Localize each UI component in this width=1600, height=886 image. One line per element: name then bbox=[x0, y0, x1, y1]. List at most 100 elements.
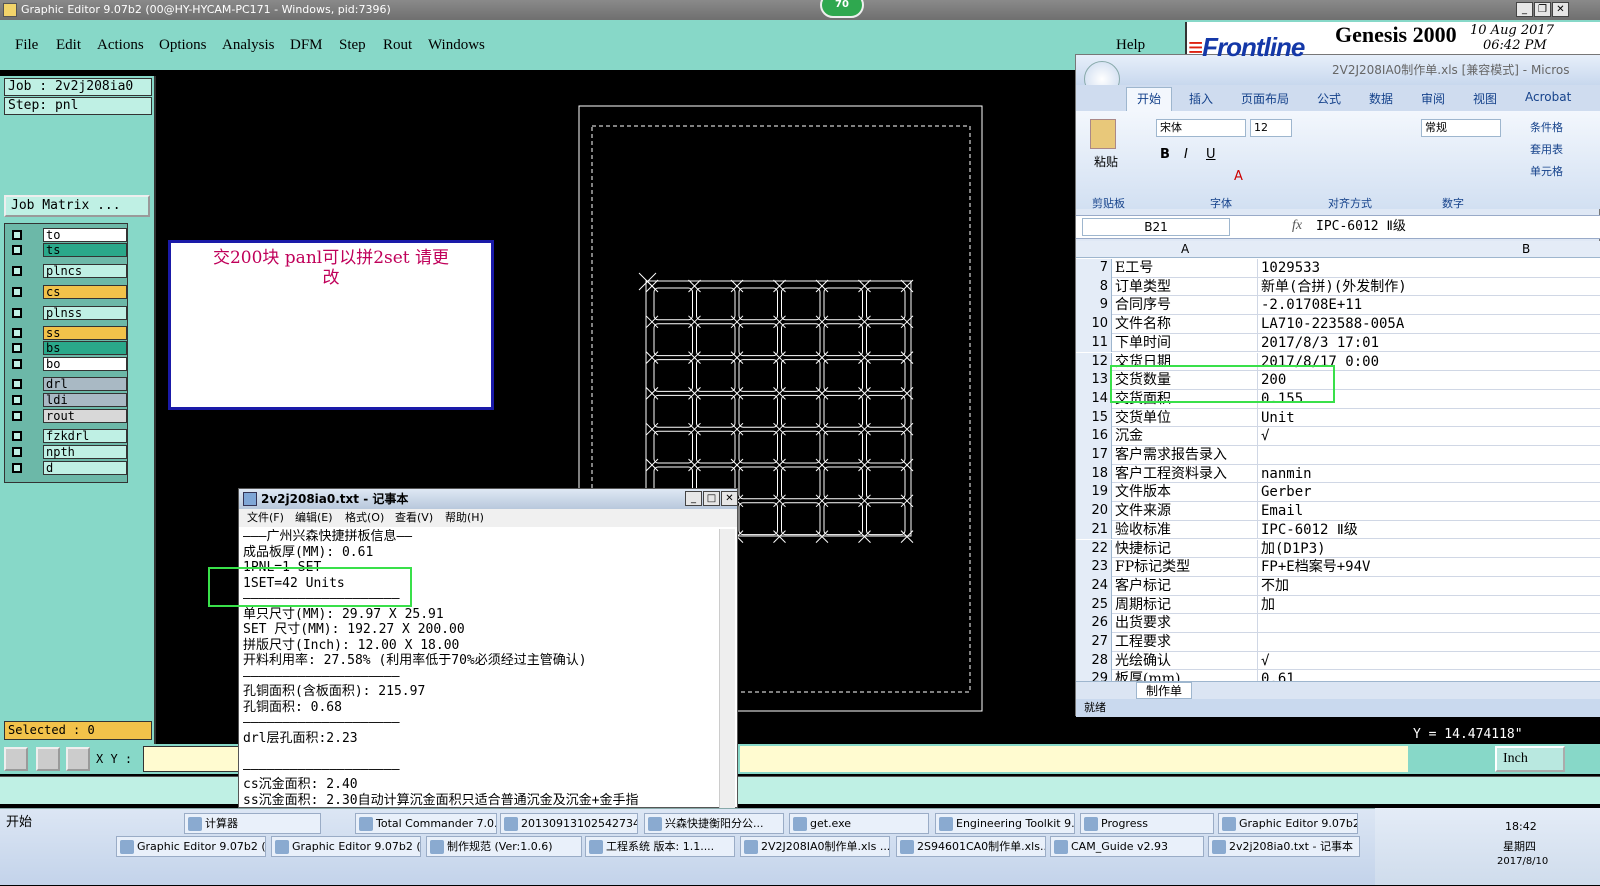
cell-a[interactable]: 订单类型 bbox=[1113, 277, 1258, 297]
unit-button[interactable]: Inch bbox=[1495, 746, 1565, 772]
np-menu-help[interactable]: 帮助(H) bbox=[445, 509, 484, 527]
sheet-row[interactable]: 20 文件来源 Email bbox=[1076, 502, 1600, 521]
layer-row[interactable]: cs bbox=[9, 285, 127, 299]
minimize-icon[interactable]: _ bbox=[1516, 2, 1533, 17]
layer-checkbox[interactable] bbox=[12, 308, 22, 318]
row-number[interactable]: 16 bbox=[1076, 427, 1112, 446]
taskbar-button[interactable]: 制作规范 (Ver:1.0.6) bbox=[426, 836, 582, 857]
layer-row[interactable]: ldi bbox=[9, 393, 127, 407]
cell-b[interactable]: 新单(合拼)(外发制作) bbox=[1259, 278, 1599, 297]
menu-analysis[interactable]: Analysis bbox=[222, 37, 275, 54]
layer-row[interactable]: d bbox=[9, 461, 127, 475]
row-number[interactable]: 25 bbox=[1076, 595, 1112, 615]
notepad-window[interactable]: 2v2j208ia0.txt - 记事本 _ □ ✕ 文件(F) 编辑(E) 格… bbox=[238, 488, 738, 809]
cell-a[interactable]: E工号 bbox=[1113, 259, 1258, 278]
sheet-row[interactable]: 9 合同序号 -2.01708E+11 bbox=[1076, 296, 1600, 316]
layer-name[interactable]: ts bbox=[43, 243, 127, 257]
taskbar-button-label[interactable]: Graphic Editor 9.07b2 (0... bbox=[292, 840, 420, 853]
sheet-tab-active[interactable]: 制作单 bbox=[1136, 682, 1192, 699]
cell-a[interactable]: FP标记类型 bbox=[1113, 558, 1258, 577]
row-number[interactable]: 18 bbox=[1076, 464, 1112, 484]
cell-b[interactable]: Email bbox=[1259, 502, 1599, 521]
col-b-header[interactable]: B bbox=[1522, 242, 1530, 256]
np-menu-view[interactable]: 查看(V) bbox=[395, 509, 433, 527]
row-number[interactable]: 12 bbox=[1076, 352, 1112, 372]
conditional-format-button[interactable]: 条件格 bbox=[1530, 119, 1563, 135]
font-size-select[interactable]: 12 bbox=[1250, 119, 1292, 137]
taskbar-button-label[interactable]: Total Commander 7.0... bbox=[376, 817, 496, 830]
cell-b[interactable]: 2017/8/3 17:01 bbox=[1259, 334, 1599, 353]
menu-edit[interactable]: Edit bbox=[56, 37, 81, 54]
taskbar-button[interactable]: 2V2J208IA0制作单.xls ... bbox=[740, 836, 890, 857]
layer-row[interactable]: bs bbox=[9, 341, 127, 355]
row-number[interactable]: 24 bbox=[1076, 576, 1112, 596]
row-number[interactable]: 13 bbox=[1076, 371, 1112, 390]
layer-checkbox[interactable] bbox=[12, 230, 22, 240]
layer-checkbox[interactable] bbox=[12, 411, 22, 421]
cell-b[interactable]: Unit bbox=[1259, 409, 1599, 428]
xy-input[interactable] bbox=[143, 746, 243, 772]
taskbar-button-label[interactable]: get.exe bbox=[810, 817, 851, 830]
layer-checkbox[interactable] bbox=[12, 395, 22, 405]
tab-review[interactable]: 审阅 bbox=[1421, 90, 1445, 107]
taskbar-button[interactable]: Graphic Editor 9.07b2 (0... bbox=[271, 836, 421, 857]
job-matrix-button[interactable]: Job Matrix ... bbox=[4, 195, 150, 217]
notepad-close-icon[interactable]: ✕ bbox=[721, 491, 738, 506]
row-number[interactable]: 23 bbox=[1076, 558, 1112, 577]
cell-b[interactable] bbox=[1259, 614, 1599, 633]
layer-name[interactable]: bs bbox=[43, 341, 127, 355]
layer-checkbox[interactable] bbox=[12, 328, 22, 338]
cell-a[interactable]: 快捷标记 bbox=[1113, 539, 1258, 559]
alignment-group[interactable] bbox=[1314, 119, 1410, 183]
layer-row[interactable]: drl bbox=[9, 377, 127, 391]
sheet-row[interactable]: 24 客户标记 不加 bbox=[1076, 576, 1600, 596]
cell-b[interactable]: IPC-6012 Ⅱ级 bbox=[1259, 521, 1599, 540]
sheet-row[interactable]: 29 板厚(mm) 0.61 bbox=[1076, 670, 1600, 681]
cell-a[interactable]: 光绘确认 bbox=[1113, 651, 1258, 671]
sheet-row[interactable]: 28 光绘确认 √ bbox=[1076, 651, 1600, 671]
taskbar-button-label[interactable]: Graphic Editor 9.07b2... bbox=[1239, 817, 1357, 830]
notepad-maximize-icon[interactable]: □ bbox=[703, 491, 720, 506]
taskbar-button[interactable]: get.exe bbox=[789, 813, 929, 834]
sheet-row[interactable]: 25 周期标记加 bbox=[1076, 595, 1600, 615]
layer-checkbox[interactable] bbox=[12, 287, 22, 297]
sheet-row[interactable]: 19 文件版本 Gerber bbox=[1076, 483, 1600, 503]
layer-name[interactable]: ldi bbox=[43, 393, 127, 407]
col-a-header[interactable]: A bbox=[1181, 242, 1189, 256]
layer-checkbox[interactable] bbox=[12, 463, 22, 473]
restore-icon[interactable]: ❐ bbox=[1534, 2, 1551, 17]
cell-b[interactable]: FP+E档案号+94V bbox=[1259, 558, 1599, 577]
cell-a[interactable]: 文件来源 bbox=[1113, 502, 1258, 521]
sheet-row[interactable]: 23 FP标记类型 FP+E档案号+94V bbox=[1076, 558, 1600, 577]
cell-b[interactable]: 加(D1P3) bbox=[1259, 540, 1599, 559]
layer-name[interactable]: plncs bbox=[43, 264, 127, 278]
sheet-row[interactable]: 8 订单类型 新单(合拼)(外发制作) bbox=[1076, 277, 1600, 297]
taskbar-button[interactable]: 2S94601CA0制作单.xls... bbox=[896, 836, 1046, 857]
layer-name[interactable]: fzkdrl bbox=[43, 429, 127, 443]
taskbar-button[interactable]: Engineering Toolkit 9.... bbox=[935, 813, 1075, 834]
layer-row[interactable]: plnss bbox=[9, 306, 127, 320]
fx-icon[interactable]: fx bbox=[1292, 218, 1302, 234]
cell-a[interactable]: 出货要求 bbox=[1113, 614, 1258, 633]
number-format-select[interactable]: 常规 bbox=[1421, 119, 1501, 137]
taskbar-button-label[interactable]: 计算器 bbox=[205, 817, 238, 830]
layer-checkbox[interactable] bbox=[12, 245, 22, 255]
layer-name[interactable]: npth bbox=[43, 445, 127, 459]
row-number[interactable]: 27 bbox=[1076, 633, 1112, 652]
sheet-row[interactable]: 27 工程要求 bbox=[1076, 633, 1600, 652]
cell-a[interactable]: 合同序号 bbox=[1113, 296, 1258, 316]
taskbar-button-label[interactable]: CAM_Guide v2.93 bbox=[1071, 840, 1168, 853]
cell-b[interactable]: -2.01708E+11 bbox=[1259, 296, 1599, 315]
row-number[interactable]: 20 bbox=[1076, 502, 1112, 521]
layer-checkbox[interactable] bbox=[12, 359, 22, 369]
sheet-row[interactable]: 21 验收标准 IPC-6012 Ⅱ级 bbox=[1076, 520, 1600, 540]
cell-a[interactable]: 周期标记 bbox=[1113, 595, 1258, 615]
menu-help[interactable]: Help bbox=[1116, 37, 1145, 54]
cell-b[interactable]: 1029533 bbox=[1259, 259, 1599, 278]
menu-file[interactable]: File bbox=[15, 37, 38, 54]
cell-a[interactable]: 客户标记 bbox=[1113, 576, 1258, 596]
taskbar-button[interactable]: 计算器 bbox=[184, 813, 321, 834]
layer-checkbox[interactable] bbox=[12, 343, 22, 353]
cell-a[interactable]: 客户需求报告录入 bbox=[1113, 446, 1258, 465]
np-menu-edit[interactable]: 编辑(E) bbox=[295, 509, 333, 527]
